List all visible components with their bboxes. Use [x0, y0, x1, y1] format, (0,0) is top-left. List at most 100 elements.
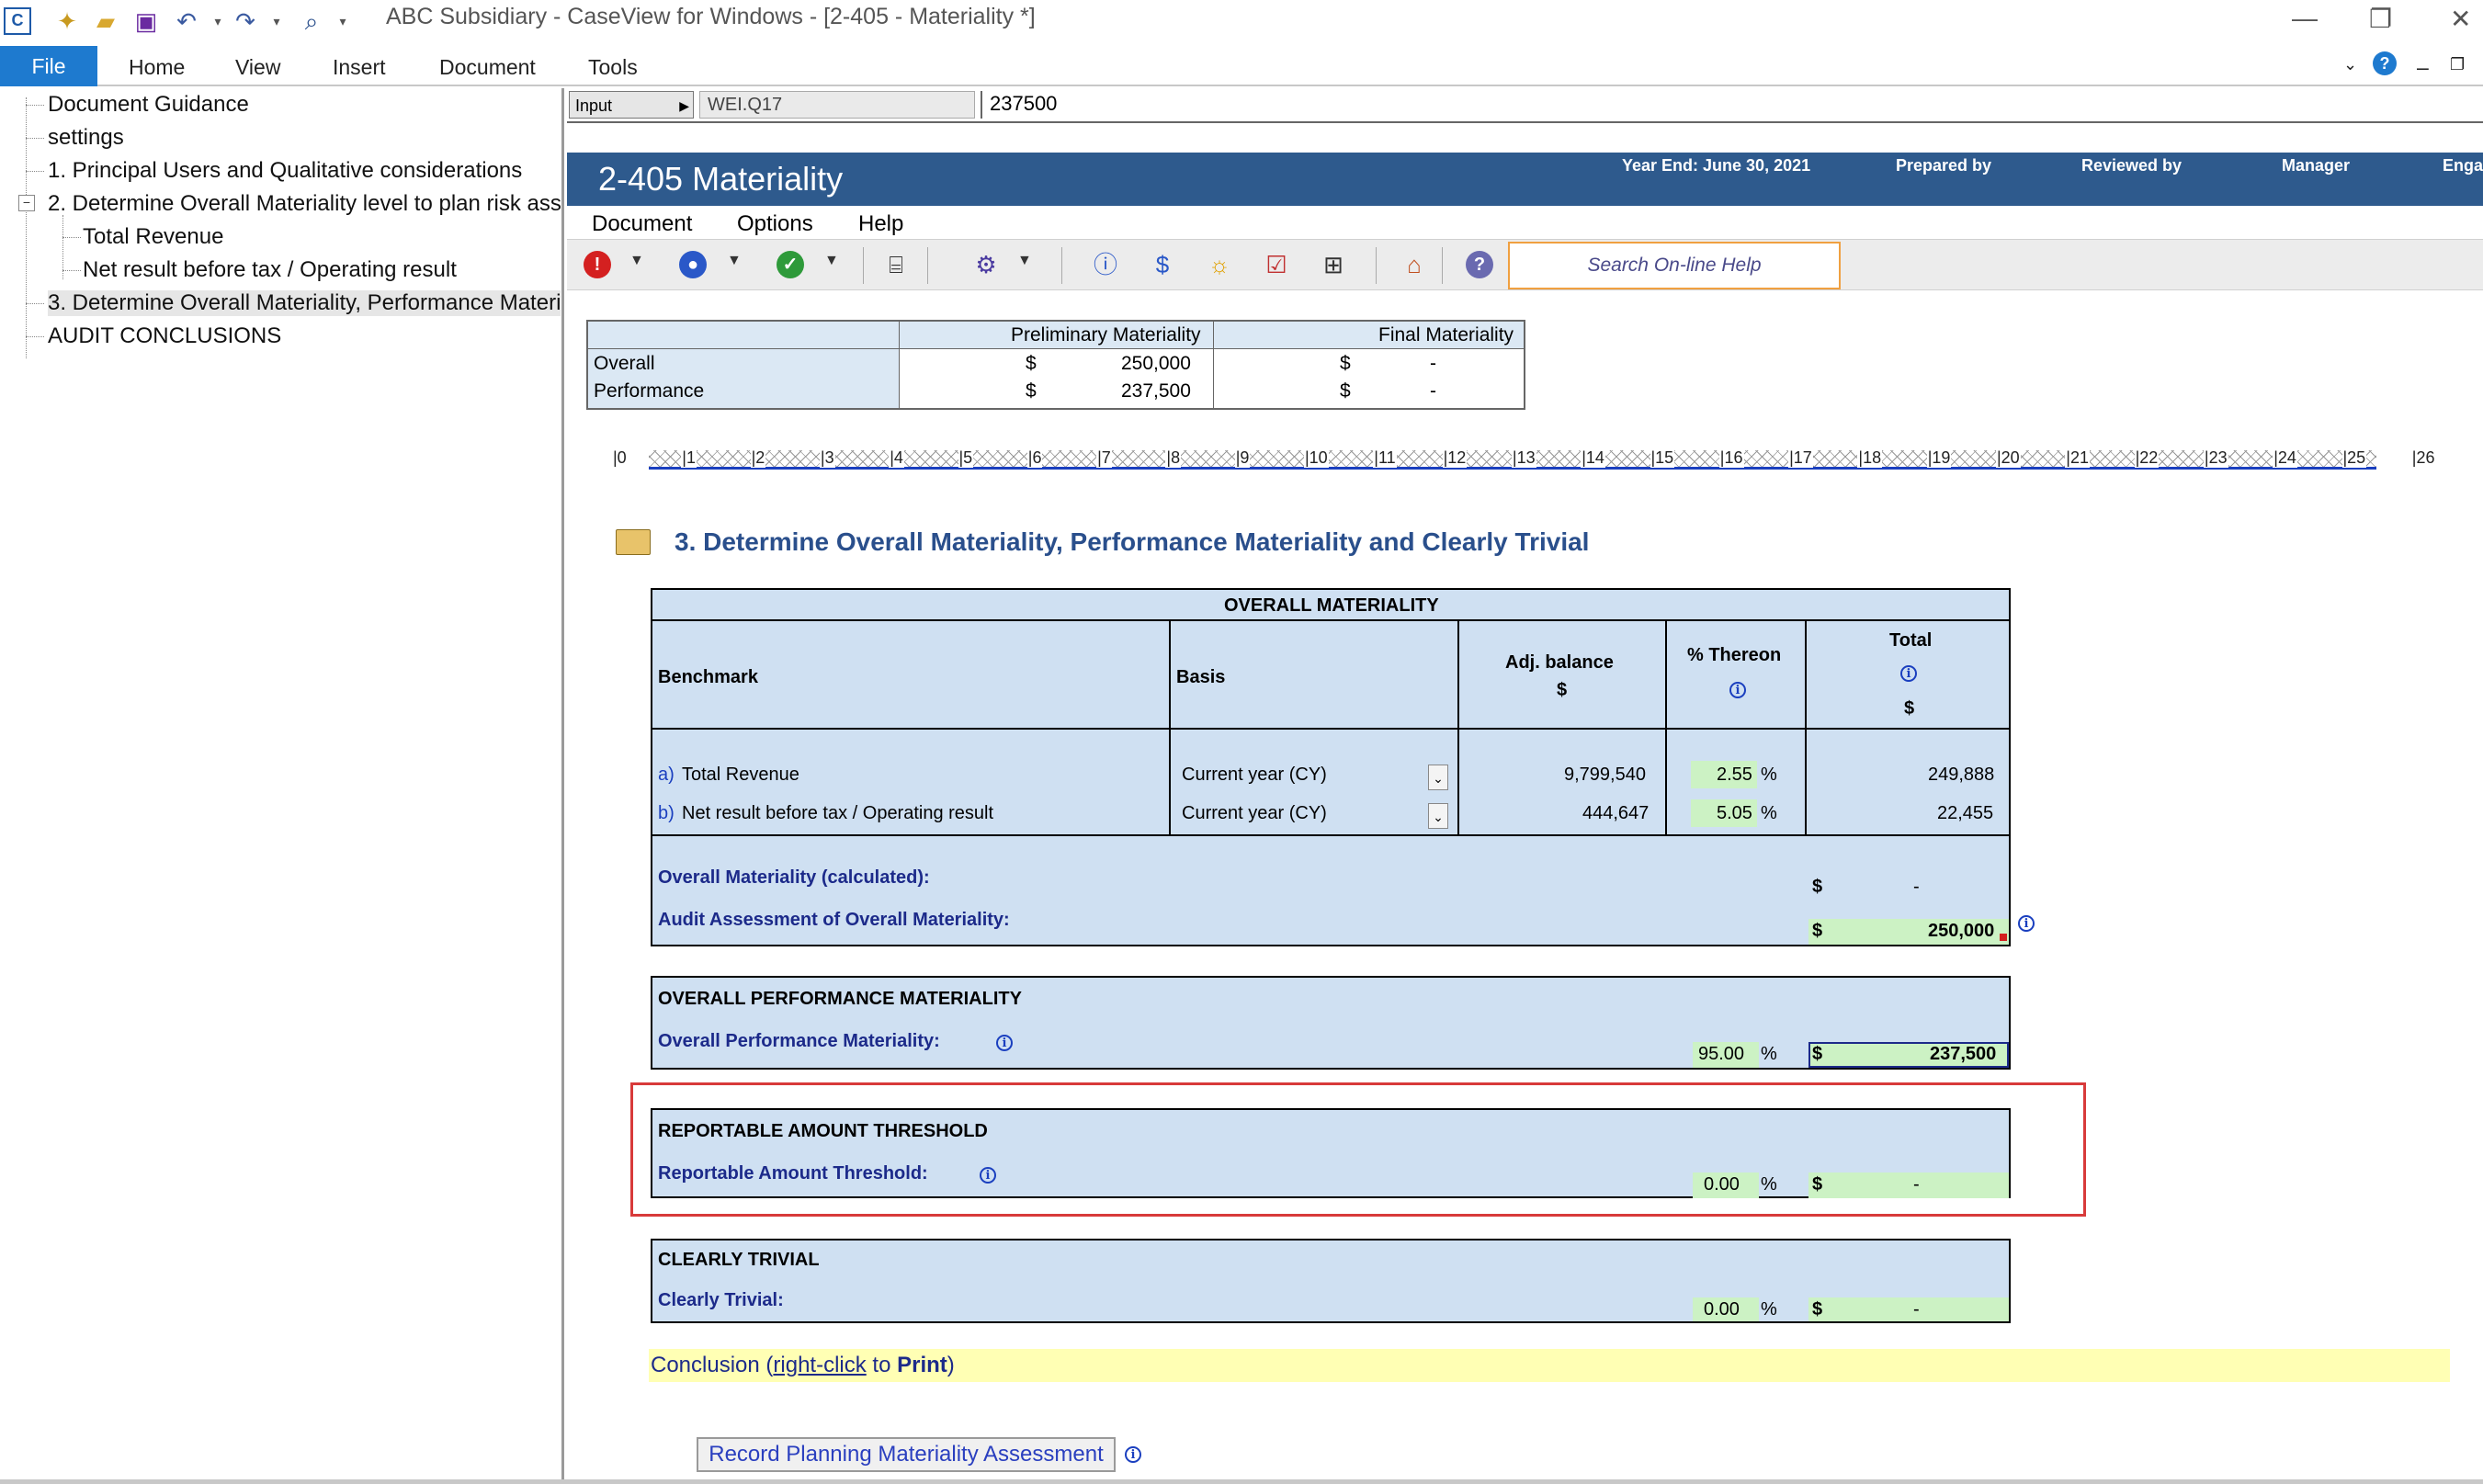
tree-guide [26, 303, 44, 304]
checkmark-icon[interactable]: ✓ [777, 251, 804, 278]
tree-item-document-guidance[interactable]: Document Guidance [48, 92, 249, 118]
right-click-link[interactable]: right-click [773, 1353, 866, 1377]
status-icon[interactable]: ● [679, 251, 707, 278]
menu-help[interactable]: Help [858, 211, 903, 237]
doc-restore-icon[interactable]: ❐ [2450, 55, 2465, 74]
total-info-icon[interactable]: i [1900, 665, 1917, 682]
search-online-help[interactable]: Search On-line Help [1508, 242, 1841, 289]
performance-final-value: - [1430, 380, 1436, 402]
checkmark-dropdown-icon[interactable]: ▼ [824, 253, 839, 269]
col-total-unit: $ [1904, 698, 1915, 719]
info-document-icon[interactable]: ⓘ [1091, 249, 1120, 280]
toolbar-separator [1376, 247, 1377, 284]
doc-minimize-icon[interactable]: – [2417, 55, 2429, 80]
dollar-document-icon[interactable]: $ [1148, 249, 1177, 280]
tree-collapse-icon[interactable]: − [18, 195, 35, 211]
tab-insert[interactable]: Insert [333, 55, 386, 80]
engagement[interactable]: Enga [2443, 156, 2483, 176]
document-title: 2-405 Materiality [598, 160, 844, 198]
tree-item-audit-conclusions[interactable]: AUDIT CONCLUSIONS [48, 323, 281, 349]
tree-item-settings[interactable]: settings [48, 125, 124, 151]
row-a-pct-value: 2.55 [1717, 765, 1752, 785]
form-icon[interactable]: ⌸ [881, 249, 911, 280]
cell-type-select[interactable]: Input ▶ [569, 91, 694, 119]
sun-icon[interactable]: ☼ [1205, 249, 1234, 280]
title-bar: C ✦ ▰ ▣ ↶ ▾ ↷ ▾ ⌕ ▾ ABC Subsidiary - Cas… [0, 0, 2483, 44]
restore-button[interactable]: ❐ [2369, 4, 2392, 34]
redo-icon[interactable]: ↷ [230, 6, 261, 37]
assessment-info-icon[interactable]: i [2018, 915, 2035, 932]
cell-reference: WEI.Q17 [699, 91, 975, 119]
tree-guide [26, 97, 27, 358]
pct-info-icon[interactable]: i [1729, 682, 1746, 698]
ruler-mark: |6 [1026, 448, 1043, 468]
tree-item-net-result[interactable]: Net result before tax / Operating result [83, 257, 457, 283]
prepared-by[interactable]: Prepared by [1896, 156, 1991, 176]
alert-icon[interactable]: ! [584, 251, 611, 278]
tree-item-determine-overall[interactable]: 2. Determine Overall Materiality level t… [48, 191, 561, 217]
tab-tools[interactable]: Tools [588, 55, 638, 80]
help-question-icon[interactable]: ? [1466, 251, 1493, 278]
performance-info-icon[interactable]: i [996, 1035, 1013, 1051]
conclusion-bar[interactable]: Conclusion (right-click to Print) [649, 1349, 2450, 1382]
minimize-button[interactable]: — [2292, 4, 2318, 33]
tab-home[interactable]: Home [129, 55, 185, 80]
tree-item-total-revenue[interactable]: Total Revenue [83, 224, 223, 250]
close-button[interactable]: ✕ [2450, 4, 2471, 34]
open-folder-icon[interactable]: ▰ [90, 6, 121, 37]
conclusion-middle: to [866, 1353, 898, 1377]
horizontal-scrollbar[interactable] [0, 1479, 2483, 1484]
om-title: OVERALL MATERIALITY [1224, 595, 1439, 616]
window-title: ABC Subsidiary - CaseView for Windows - … [386, 4, 1036, 29]
document-toolbar: ! ▼ ● ▼ ✓ ▼ ⌸ ⚙ ▼ ⓘ $ ☼ ☑ ⊞ ⌂ ? Search O… [567, 239, 2483, 290]
menu-options[interactable]: Options [737, 211, 813, 237]
tree-item-section-3[interactable]: 3. Determine Overall Materiality, Perfor… [48, 290, 561, 316]
col-basis: Basis [1176, 667, 1226, 687]
menu-document[interactable]: Document [592, 211, 692, 237]
trivial-pct: 0.00 [1704, 1299, 1740, 1320]
performance-prelim-value: 237,500 [1121, 380, 1191, 402]
ribbon-collapse-icon[interactable]: ⌄ [2343, 55, 2357, 74]
ruler-mark: |4 [889, 448, 904, 468]
overall-materiality-table: OVERALL MATERIALITY Benchmark Basis Adj.… [651, 588, 2011, 946]
tab-file[interactable]: File [0, 46, 97, 86]
reviewed-by[interactable]: Reviewed by [2081, 156, 2182, 176]
undo-icon[interactable]: ↶ [171, 6, 202, 37]
save-icon[interactable]: ▣ [130, 6, 162, 37]
ruler-mark: |5 [958, 448, 974, 468]
undo-dropdown-icon[interactable]: ▾ [202, 6, 233, 37]
performance-prelim-currency: $ [1026, 380, 1037, 402]
status-dropdown-icon[interactable]: ▼ [727, 253, 742, 269]
trivial-value-input[interactable] [1808, 1297, 2009, 1321]
home-icon[interactable]: ⌂ [1400, 249, 1429, 280]
manager[interactable]: Manager [2282, 156, 2350, 176]
ruler-mark: |3 [819, 448, 835, 468]
tab-view[interactable]: View [235, 55, 280, 80]
row-a-basis-dropdown[interactable]: ⌄ [1428, 765, 1448, 790]
cell-value-input[interactable]: 237500 [981, 91, 2478, 119]
add-row-icon[interactable]: ⊞ [1319, 249, 1348, 280]
assessment-currency: $ [1812, 921, 1823, 941]
customize-toolbar-icon[interactable]: ▾ [327, 6, 358, 37]
record-info-icon[interactable]: i [1125, 1446, 1141, 1463]
settings-globe-icon[interactable]: ⚙ [971, 249, 1001, 280]
tab-document[interactable]: Document [439, 55, 536, 80]
tree-guide [62, 237, 81, 238]
clearly-trivial-box: CLEARLY TRIVIAL Clearly Trivial: 0.00 % … [651, 1239, 2011, 1323]
redo-dropdown-icon[interactable]: ▾ [261, 6, 292, 37]
print-preview-icon[interactable]: ⌕ [296, 6, 327, 37]
tree-item-principal-users[interactable]: 1. Principal Users and Qualitative consi… [48, 158, 522, 184]
conclusion-suffix: ) [947, 1353, 955, 1377]
annotation-marker-icon[interactable] [2000, 934, 2007, 941]
settings-dropdown-icon[interactable]: ▼ [1017, 253, 1032, 269]
new-document-icon[interactable]: ✦ [51, 6, 83, 37]
folder-icon[interactable] [616, 529, 651, 555]
row-b-basis-dropdown[interactable]: ⌄ [1428, 803, 1448, 829]
print-link[interactable]: Print [897, 1353, 947, 1377]
help-icon[interactable]: ? [2373, 51, 2397, 75]
ruler-mark: |7 [1096, 448, 1112, 468]
alert-dropdown-icon[interactable]: ▼ [629, 253, 644, 269]
checklist-icon[interactable]: ☑ [1262, 249, 1291, 280]
record-materiality-button[interactable]: Record Planning Materiality Assessment [697, 1437, 1116, 1472]
ruler-mark: |24 [2273, 448, 2297, 468]
